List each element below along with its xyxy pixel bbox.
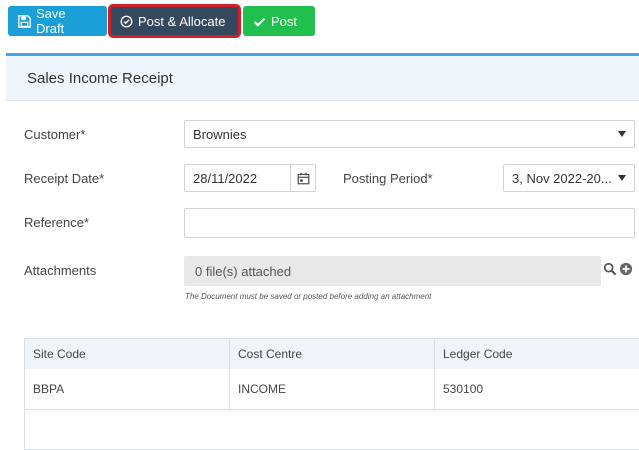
calendar-button[interactable]	[290, 165, 315, 191]
sales-income-receipt-panel: Sales Income Receipt Customer* Brownies …	[6, 53, 639, 450]
receipt-date-value: 28/11/2022	[193, 170, 258, 186]
site-code-cell: BBPA	[25, 369, 230, 409]
receipt-date-label: Receipt Date*	[24, 171, 105, 186]
chevron-down-icon	[618, 131, 626, 137]
grid-header: Site Code Cost Centre Ledger Code	[25, 339, 639, 370]
cost-centre-cell: INCOME	[230, 369, 435, 409]
posting-period-value: 3, Nov 2022-20...	[512, 170, 612, 186]
search-icon[interactable]	[603, 262, 617, 276]
customer-select[interactable]: Brownies	[184, 120, 635, 148]
floppy-disk-icon	[18, 14, 31, 28]
post-label: Post	[271, 13, 298, 29]
column-header-cost-centre[interactable]: Cost Centre	[230, 339, 435, 369]
attachments-value: 0 file(s) attached	[195, 263, 292, 279]
ledger-code-cell: 530100	[443, 382, 484, 396]
panel-header: Sales Income Receipt	[6, 56, 639, 101]
attachments-field: 0 file(s) attached	[184, 256, 601, 286]
chevron-down-icon	[618, 175, 626, 181]
attachments-hint: The Document must be saved or posted bef…	[185, 292, 432, 301]
column-header-ledger-code[interactable]: Ledger Code	[435, 339, 639, 369]
add-circle-icon[interactable]	[619, 262, 633, 276]
post-button[interactable]: Post	[243, 6, 315, 36]
panel-title: Sales Income Receipt	[27, 70, 173, 87]
customer-label: Customer*	[24, 127, 86, 142]
save-draft-button[interactable]: Save Draft	[8, 6, 107, 36]
save-draft-label: Save Draft	[36, 6, 66, 36]
allocation-grid: Site Code Cost Centre Ledger Code BBPA I…	[24, 338, 639, 450]
attachments-label: Attachments	[24, 263, 97, 278]
reference-input[interactable]	[184, 208, 635, 238]
customer-value: Brownies	[193, 126, 247, 142]
column-header-site-code[interactable]: Site Code	[25, 339, 230, 369]
table-row[interactable]: BBPA INCOME 530100	[25, 369, 639, 410]
receipt-date-input[interactable]: 28/11/2022	[184, 164, 316, 192]
attachment-actions	[603, 262, 633, 276]
post-and-allocate-label: Post & Allocate	[138, 13, 226, 29]
check-circle-icon	[120, 15, 133, 27]
reference-label: Reference*	[24, 215, 90, 230]
posting-period-select[interactable]: 3, Nov 2022-20...	[503, 164, 635, 192]
check-icon	[253, 17, 266, 27]
posting-period-label: Posting Period*	[343, 171, 433, 186]
toolbar: Save Draft Post & Allocate Post	[0, 0, 639, 46]
post-and-allocate-button[interactable]: Post & Allocate	[108, 4, 241, 38]
calendar-icon	[297, 172, 309, 184]
